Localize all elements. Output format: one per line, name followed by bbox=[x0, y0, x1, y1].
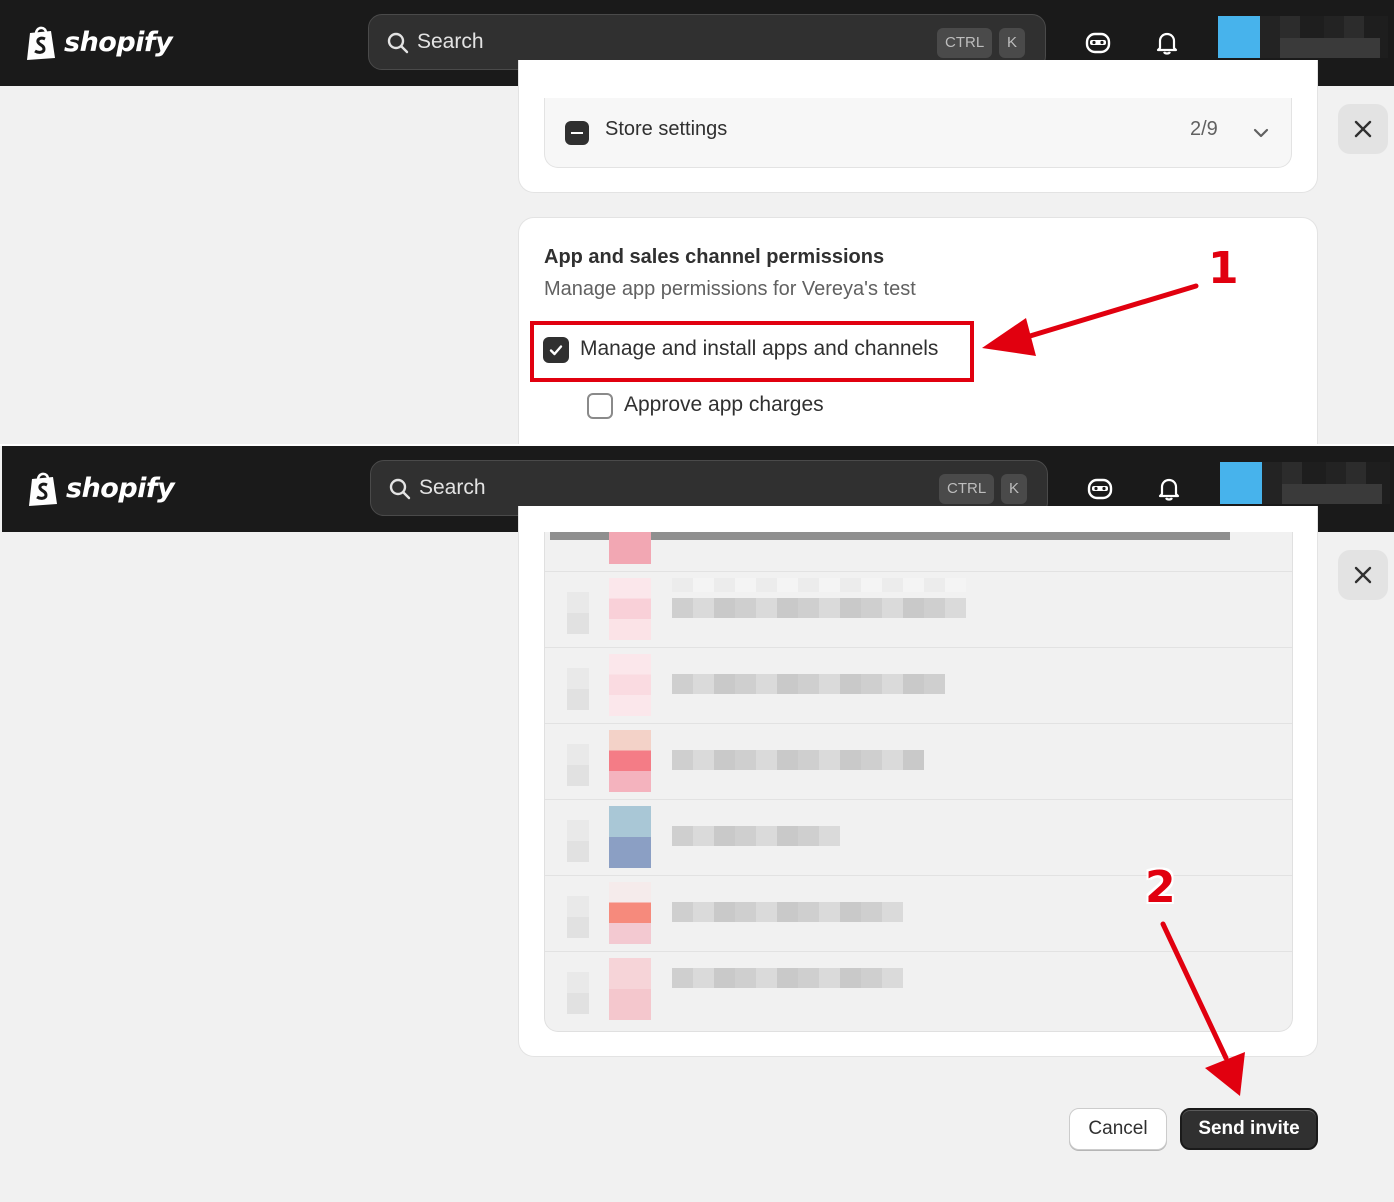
search-icon bbox=[389, 478, 411, 500]
app-name-blurred bbox=[672, 674, 945, 694]
shopify-bag-icon bbox=[29, 472, 57, 506]
list-item[interactable] bbox=[545, 532, 1292, 572]
row-checkbox-blurred[interactable] bbox=[567, 744, 589, 786]
cancel-button[interactable]: Cancel bbox=[1069, 1108, 1167, 1150]
shortcut-ctrl-key: CTRL bbox=[939, 474, 995, 504]
list-item[interactable] bbox=[545, 800, 1292, 876]
app-name-blurred bbox=[672, 598, 966, 618]
row-checkbox-blurred[interactable] bbox=[567, 820, 589, 862]
row-checkbox-blurred[interactable] bbox=[567, 896, 589, 938]
bell-icon[interactable] bbox=[1149, 25, 1185, 61]
approve-charges-checkbox[interactable] bbox=[587, 393, 613, 419]
screenshot-panel-2: shopify CTRL K bbox=[0, 446, 1394, 1202]
store-settings-row[interactable]: Store settings 2/9 bbox=[544, 98, 1292, 168]
annotation-number-2: 2 bbox=[1145, 862, 1176, 913]
app-icon-blurred bbox=[609, 654, 651, 716]
apps-list bbox=[544, 532, 1293, 1032]
section-subtitle: Manage app permissions for Vereya's test bbox=[544, 278, 916, 300]
account-name-blurred bbox=[1262, 462, 1390, 504]
app-icon-blurred bbox=[609, 532, 651, 564]
approve-charges-label[interactable]: Approve app charges bbox=[624, 393, 824, 417]
annotation-number-1: 1 bbox=[1208, 243, 1239, 294]
list-item[interactable] bbox=[545, 648, 1292, 724]
chevron-down-icon[interactable] bbox=[1250, 122, 1272, 144]
sidekick-icon[interactable] bbox=[1082, 471, 1118, 507]
shopify-bag-icon bbox=[27, 26, 55, 60]
shortcut-k-key: K bbox=[999, 28, 1026, 58]
close-button[interactable] bbox=[1338, 104, 1388, 154]
app-name-blurred bbox=[672, 750, 924, 770]
app-icon-blurred bbox=[609, 958, 651, 1020]
bell-icon[interactable] bbox=[1151, 471, 1187, 507]
app-icon-blurred bbox=[609, 578, 651, 640]
screenshot-panel-1: shopify CTRL K bbox=[0, 0, 1394, 444]
row-checkbox-blurred[interactable] bbox=[567, 972, 589, 1014]
store-settings-indeterminate-checkbox[interactable] bbox=[565, 121, 589, 145]
list-item[interactable] bbox=[545, 876, 1292, 952]
close-icon bbox=[1354, 566, 1372, 584]
list-item[interactable] bbox=[545, 724, 1292, 800]
app-icon-blurred bbox=[609, 882, 651, 944]
shopify-logo[interactable]: shopify bbox=[26, 468, 175, 508]
avatar[interactable] bbox=[1220, 462, 1262, 504]
app-icon-blurred bbox=[609, 806, 651, 868]
brand-name: shopify bbox=[64, 26, 173, 58]
sidekick-icon[interactable] bbox=[1080, 25, 1116, 61]
account-name-blurred bbox=[1260, 16, 1388, 58]
store-settings-label: Store settings bbox=[605, 118, 728, 140]
shortcut-ctrl-key: CTRL bbox=[937, 28, 993, 58]
row-checkbox-blurred[interactable] bbox=[567, 592, 589, 634]
search-icon bbox=[387, 32, 409, 54]
close-icon bbox=[1354, 120, 1372, 138]
list-item[interactable] bbox=[545, 572, 1292, 648]
section-title: App and sales channel permissions bbox=[544, 246, 885, 268]
brand-name: shopify bbox=[66, 472, 175, 504]
row-checkbox-blurred[interactable] bbox=[567, 668, 589, 710]
shopify-logo[interactable]: shopify bbox=[24, 22, 173, 62]
send-invite-button[interactable]: Send invite bbox=[1180, 1108, 1318, 1150]
app-name-blurred bbox=[672, 902, 903, 922]
highlight-box bbox=[530, 321, 974, 382]
shortcut-k-key: K bbox=[1001, 474, 1028, 504]
list-item[interactable] bbox=[545, 952, 1292, 1028]
app-name-blurred bbox=[672, 968, 903, 988]
store-settings-count: 2/9 bbox=[1190, 118, 1218, 140]
close-button[interactable] bbox=[1338, 550, 1388, 600]
app-icon-blurred bbox=[609, 730, 651, 792]
avatar[interactable] bbox=[1218, 16, 1260, 58]
app-name-blurred bbox=[672, 826, 840, 846]
app-name-blurred bbox=[672, 578, 966, 592]
